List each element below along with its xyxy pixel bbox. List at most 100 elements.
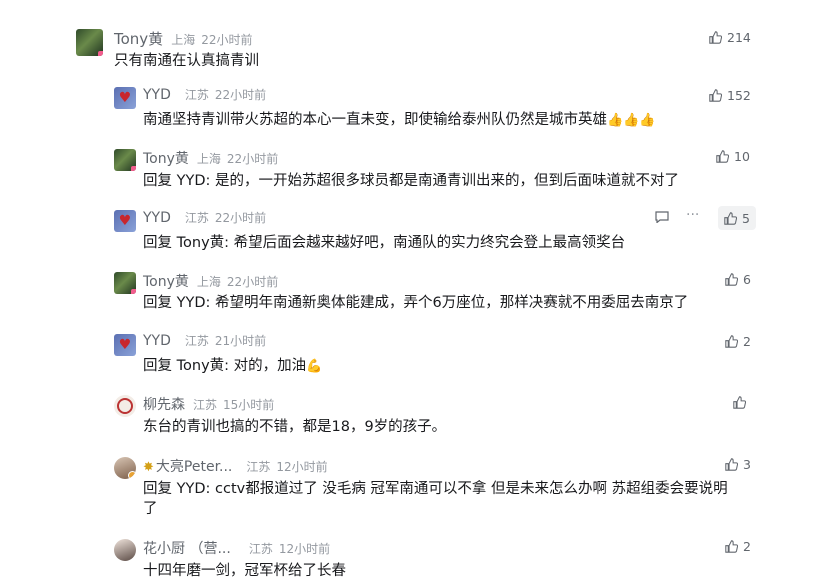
mention-link[interactable]: YYD bbox=[177, 295, 206, 311]
thumbs-up-icon bbox=[709, 30, 722, 44]
username[interactable]: YYD bbox=[143, 333, 171, 349]
reply-prefix: 回复 bbox=[143, 295, 177, 311]
username[interactable]: Tony黄 bbox=[143, 148, 189, 168]
location: 江苏 bbox=[184, 88, 209, 102]
location: 上海 bbox=[196, 275, 221, 289]
comment-text: 回复 YYD: 是的，一开始苏超很多球员都是南通青训出来的，但到后面味道就不对了 bbox=[143, 170, 679, 192]
like-button[interactable]: 152 bbox=[709, 83, 751, 107]
thumbs-up-icon bbox=[725, 334, 738, 348]
location: 江苏 bbox=[184, 211, 209, 225]
thumbs-up-icon bbox=[716, 149, 729, 163]
reply-prefix: 回复 bbox=[143, 481, 177, 497]
comment-text: 南通坚持青训带火苏超的本心一直未变，即使输给泰州队仍然是城市英雄👍👍👍 bbox=[143, 109, 656, 132]
location: 江苏 bbox=[184, 334, 209, 348]
mention-link[interactable]: Tony黄 bbox=[177, 358, 225, 374]
username[interactable]: Tony黄 bbox=[114, 28, 163, 49]
timestamp: 22小时前 bbox=[226, 275, 279, 289]
avatar[interactable] bbox=[114, 149, 136, 171]
comment-text: 十四年磨一剑，冠军杯给了长春 bbox=[143, 563, 346, 579]
comment-text-line2: 了 bbox=[143, 501, 158, 517]
thumbs-up-icon bbox=[725, 457, 738, 471]
timestamp: 21小时前 bbox=[214, 334, 267, 348]
like-count: 3 bbox=[743, 456, 751, 472]
timestamp: 22小时前 bbox=[214, 88, 267, 102]
like-count: 152 bbox=[727, 87, 751, 103]
comment-meta: ✸ 大亮Peter... 江苏 12小时前 bbox=[143, 456, 328, 476]
avatar[interactable] bbox=[114, 395, 136, 417]
comment-text: 只有南通在认真搞青训 bbox=[114, 53, 259, 69]
timestamp: 12小时前 bbox=[278, 542, 331, 556]
mention-link[interactable]: Tony黄 bbox=[177, 235, 225, 251]
username[interactable]: 柳先森 bbox=[143, 394, 185, 414]
avatar[interactable] bbox=[114, 272, 136, 294]
thumbs-up-icon bbox=[725, 539, 738, 553]
more-dots-icon[interactable]: ··· bbox=[686, 207, 699, 223]
reply-text: : 希望明年南通新奥体能建成，弄个6万座位，那样决赛就不用委屈去南京了 bbox=[205, 295, 689, 311]
comment-text: 回复 Tony黄: 对的，加油💪 bbox=[143, 355, 322, 378]
location: 上海 bbox=[196, 152, 221, 166]
reply-text: : 对的，加油 bbox=[224, 358, 307, 374]
username[interactable]: 大亮Peter... bbox=[156, 456, 232, 476]
location: 上海 bbox=[171, 33, 196, 47]
like-count: 2 bbox=[743, 333, 751, 349]
timestamp: 12小时前 bbox=[276, 460, 328, 474]
avatar[interactable]: ♥ bbox=[114, 87, 136, 109]
like-button[interactable]: 2 bbox=[725, 534, 751, 558]
comment-meta: 花小厨 （营... 江苏 12小时前 bbox=[143, 538, 330, 558]
like-button[interactable]: 5 bbox=[718, 206, 756, 230]
timestamp: 22小时前 bbox=[214, 211, 267, 225]
thumbs-up-icon bbox=[733, 395, 746, 409]
location: 江苏 bbox=[193, 398, 218, 412]
comment-meta: 柳先森 江苏 15小时前 bbox=[143, 394, 274, 414]
avatar[interactable] bbox=[76, 29, 103, 56]
thumbs-up-icon bbox=[709, 88, 722, 102]
reply-text: : cctv都报道过了 没毛病 冠军南通可以不拿 但是未来怎么办啊 苏超组委会要… bbox=[205, 481, 728, 497]
like-button[interactable] bbox=[733, 390, 751, 414]
comment-meta: YYD 江苏 22小时前 bbox=[143, 209, 266, 226]
reply-text: : 希望后面会越来越好吧，南通队的实力终究会登上最高领奖台 bbox=[224, 235, 626, 251]
thumbs-up-icon bbox=[724, 211, 737, 225]
like-button[interactable]: 10 bbox=[716, 144, 750, 168]
chat-bubble-icon[interactable] bbox=[655, 211, 669, 223]
avatar[interactable] bbox=[114, 539, 136, 561]
emoji: 💪 bbox=[306, 359, 323, 374]
reply-prefix: 回复 bbox=[143, 358, 177, 374]
reply-text: 南通坚持青训带火苏超的本心一直未变，即使输给泰州队仍然是城市英雄 bbox=[143, 112, 607, 128]
mention-link[interactable]: YYD bbox=[177, 173, 206, 189]
comment-text: 回复 YYD: 希望明年南通新奥体能建成，弄个6万座位，那样决赛就不用委屈去南京… bbox=[143, 292, 688, 314]
timestamp: 15小时前 bbox=[223, 398, 275, 412]
like-button[interactable]: 6 bbox=[725, 267, 751, 291]
mention-link[interactable]: YYD bbox=[177, 481, 206, 497]
username[interactable]: YYD bbox=[143, 210, 171, 226]
comment-meta: Tony黄 上海 22小时前 bbox=[114, 28, 252, 49]
timestamp: 22小时前 bbox=[226, 152, 279, 166]
comment-meta: Tony黄 上海 22小时前 bbox=[143, 148, 278, 168]
username[interactable]: 花小厨 （营... bbox=[143, 538, 231, 558]
thumbs-up-icon bbox=[725, 272, 738, 286]
like-button[interactable]: 2 bbox=[725, 329, 751, 353]
like-count: 6 bbox=[743, 271, 751, 287]
like-count: 5 bbox=[742, 210, 750, 226]
reply-prefix: 回复 bbox=[143, 173, 177, 189]
comment-text: 回复 YYD: cctv都报道过了 没毛病 冠军南通可以不拿 但是未来怎么办啊 … bbox=[143, 478, 728, 500]
comment-meta: YYD 江苏 22小时前 bbox=[143, 86, 266, 103]
like-count: 2 bbox=[743, 538, 751, 554]
reply-text: : 是的，一开始苏超很多球员都是南通青训出来的，但到后面味道就不对了 bbox=[205, 173, 680, 189]
avatar[interactable]: ♥ bbox=[114, 210, 136, 232]
like-count: 214 bbox=[727, 29, 751, 45]
timestamp: 22小时前 bbox=[201, 33, 253, 47]
username[interactable]: Tony黄 bbox=[143, 271, 189, 291]
crown-icon: ✸ bbox=[143, 460, 154, 475]
like-button[interactable]: 3 bbox=[725, 452, 751, 476]
reply-prefix: 回复 bbox=[143, 235, 177, 251]
avatar[interactable] bbox=[114, 457, 136, 479]
comment-meta: Tony黄 上海 22小时前 bbox=[143, 271, 278, 291]
location: 江苏 bbox=[248, 542, 273, 556]
like-button[interactable]: 214 bbox=[709, 25, 751, 49]
location: 江苏 bbox=[246, 460, 271, 474]
comment-meta: YYD 江苏 21小时前 bbox=[143, 332, 266, 349]
emoji: 👍👍👍 bbox=[607, 113, 656, 128]
avatar[interactable]: ♥ bbox=[114, 334, 136, 356]
username[interactable]: YYD bbox=[143, 87, 171, 103]
comment-text: 回复 Tony黄: 希望后面会越来越好吧，南通队的实力终究会登上最高领奖台 bbox=[143, 232, 625, 254]
